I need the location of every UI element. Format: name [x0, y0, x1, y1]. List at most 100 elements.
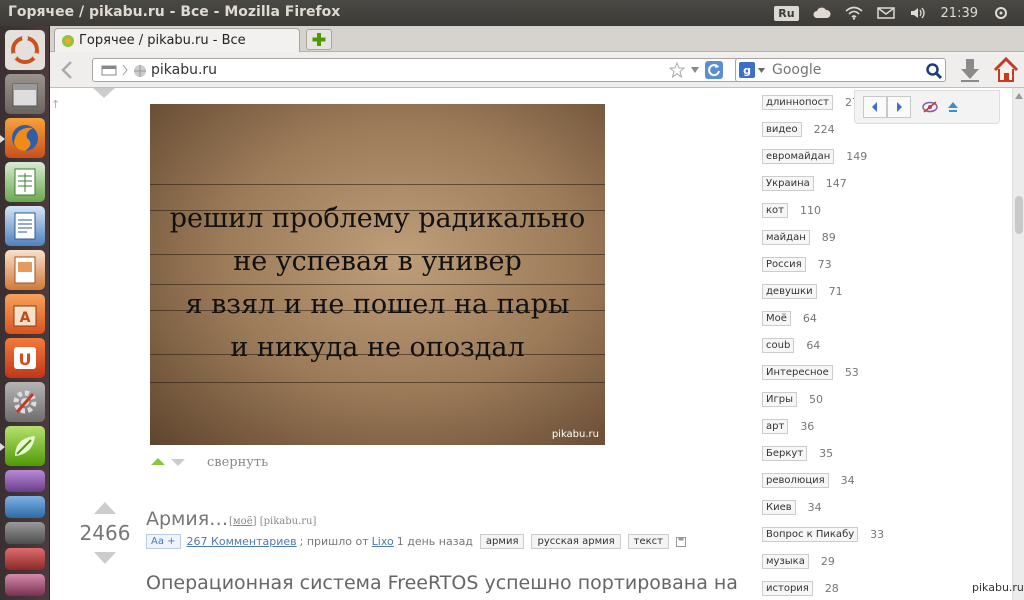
sidebar-tag-name[interactable]: Игры: [762, 391, 797, 407]
sidebar-tag-name[interactable]: кот: [762, 202, 788, 218]
home-icon[interactable]: [992, 56, 1020, 84]
bookmark-star-icon[interactable]: [669, 62, 685, 78]
sidebar-tag-row[interactable]: кот 110: [762, 201, 821, 219]
sidebar-tag-row[interactable]: Моё 64: [762, 309, 817, 327]
dash-home-icon[interactable]: [5, 30, 45, 70]
reload-icon[interactable]: [705, 61, 723, 79]
navigation-bar: pikabu.ru g: [50, 52, 1024, 88]
new-tab-button[interactable]: [306, 29, 332, 50]
engine-dropdown-icon[interactable]: [758, 68, 765, 73]
page-scrollbar[interactable]: [1012, 88, 1024, 600]
vote-down-icon[interactable]: [94, 552, 116, 564]
sidebar-tag-name[interactable]: революция: [762, 472, 829, 488]
search-input[interactable]: [772, 62, 922, 78]
sidebar-tag-row[interactable]: арт 36: [762, 417, 814, 435]
power-gear-icon[interactable]: [992, 6, 1010, 20]
sidebar-tag-name[interactable]: Интересное: [762, 364, 833, 380]
sidebar-tag-name[interactable]: Беркут: [762, 445, 808, 461]
workspace-switcher-icon[interactable]: [5, 470, 45, 492]
wifi-icon[interactable]: [845, 6, 863, 20]
sidebar-tag-row[interactable]: Россия 73: [762, 255, 832, 273]
sidebar-tag-name[interactable]: длиннопост: [762, 94, 833, 110]
trash-icon[interactable]: [5, 574, 45, 596]
stacked-app-icon[interactable]: [5, 496, 45, 518]
mini-vote-down-icon[interactable]: [171, 459, 185, 466]
sidebar-tag-name[interactable]: Украина: [762, 175, 814, 191]
story-tag[interactable]: русская армия: [531, 534, 621, 549]
sidebar-tag-row[interactable]: революция 34: [762, 471, 855, 489]
mini-vote-up-icon[interactable]: [151, 458, 165, 465]
sidebar-tag-name[interactable]: арт: [762, 418, 789, 434]
sidebar-tag-name[interactable]: Россия: [762, 256, 806, 272]
author-link[interactable]: Lixo: [372, 535, 394, 548]
sidebar-tag-name[interactable]: девушки: [762, 283, 817, 299]
history-dropdown-icon[interactable]: [691, 67, 699, 73]
story-tag[interactable]: текст: [627, 534, 669, 549]
next-post-button[interactable]: [887, 96, 911, 118]
sidebar-tag-row[interactable]: Интересное 53: [762, 363, 859, 381]
moe-link[interactable]: моё: [233, 516, 253, 527]
url-bar[interactable]: pikabu.ru: [92, 58, 774, 82]
spreadsheet-icon[interactable]: [5, 162, 45, 202]
tab-pikabu[interactable]: Горячее / pikabu.ru - Все: [54, 28, 300, 52]
sidebar-tag-name[interactable]: евромайдан: [762, 148, 835, 164]
sidebar-tag-row[interactable]: музыка 29: [762, 552, 835, 570]
clock[interactable]: 21:39: [941, 6, 978, 21]
sidebar-tag-name[interactable]: музыка: [762, 553, 809, 569]
back-icon[interactable]: [56, 58, 80, 82]
sidebar-tag-row[interactable]: Вопрос к Пикабу 33: [762, 525, 884, 543]
files-icon[interactable]: [5, 74, 45, 114]
sidebar-tag-row[interactable]: Игры 50: [762, 390, 823, 408]
sidebar-tag-name[interactable]: Моё: [762, 310, 791, 326]
download-icon[interactable]: [958, 57, 982, 83]
stacked-app-icon-2[interactable]: [5, 522, 45, 544]
search-box[interactable]: g: [735, 58, 946, 82]
stacked-app-icon-3[interactable]: [5, 548, 45, 570]
impress-icon[interactable]: [5, 250, 45, 290]
mail-icon[interactable]: [876, 6, 895, 20]
sidebar-tag-row[interactable]: евромайдан 149: [762, 147, 867, 165]
story-tag[interactable]: армия: [479, 534, 525, 549]
sidebar-tag-row[interactable]: длиннопост 27: [762, 93, 859, 111]
sidebar-tag-name[interactable]: Вопрос к Пикабу: [762, 526, 859, 542]
story-title[interactable]: Армия…: [146, 508, 228, 530]
scroll-up-icon[interactable]: [1015, 93, 1023, 99]
ubuntu-one-icon[interactable]: U: [5, 338, 45, 378]
system-settings-icon[interactable]: [5, 382, 45, 422]
sidebar-tag-name[interactable]: история: [762, 580, 813, 596]
keyboard-layout-indicator[interactable]: Ru: [774, 5, 799, 21]
search-icon[interactable]: [925, 62, 943, 80]
page-identity-icon[interactable]: [101, 64, 117, 76]
collapse-link[interactable]: свернуть: [207, 455, 268, 470]
firefox-icon[interactable]: [0, 118, 45, 158]
comments-link[interactable]: 267 Комментариев: [187, 535, 297, 548]
hide-eye-icon[interactable]: [921, 100, 939, 114]
scroll-thumb[interactable]: [1015, 196, 1023, 234]
software-center-icon[interactable]: A: [5, 294, 45, 334]
next-story-title[interactable]: Операционная система FreeRTOS успешно по…: [146, 572, 738, 594]
prev-post-button[interactable]: [863, 96, 887, 118]
vote-down-prev-icon[interactable]: [93, 88, 115, 98]
sidebar-tag-row[interactable]: coub 64: [762, 336, 820, 354]
google-engine-icon[interactable]: g: [739, 62, 755, 78]
sidebar-tag-row[interactable]: майдан 89: [762, 228, 836, 246]
sidebar-tag-row[interactable]: история 28: [762, 579, 839, 597]
sidebar-tag-row[interactable]: видео 224: [762, 120, 835, 138]
sidebar-tag-name[interactable]: майдан: [762, 229, 810, 245]
leaf-app-icon[interactable]: [0, 426, 45, 466]
sidebar-tag-name[interactable]: Киев: [762, 499, 796, 515]
scroll-up-arrow-icon[interactable]: ↑: [51, 98, 60, 111]
sidebar-tag-row[interactable]: Украина 147: [762, 174, 847, 192]
sidebar-tag-row[interactable]: девушки 71: [762, 282, 843, 300]
save-icon[interactable]: [675, 536, 686, 547]
sidebar-tag-row[interactable]: Беркут 35: [762, 444, 833, 462]
text-size-button[interactable]: Aa +: [146, 534, 181, 549]
volume-icon[interactable]: [909, 6, 927, 20]
sidebar-tag-name[interactable]: coub: [762, 337, 795, 353]
sidebar-tag-name[interactable]: видео: [762, 121, 802, 137]
writer-icon[interactable]: [5, 206, 45, 246]
scroll-top-icon[interactable]: [947, 101, 959, 113]
vote-up-icon[interactable]: [94, 502, 116, 514]
sidebar-tag-row[interactable]: Киев 34: [762, 498, 822, 516]
cloud-icon[interactable]: [813, 6, 831, 20]
